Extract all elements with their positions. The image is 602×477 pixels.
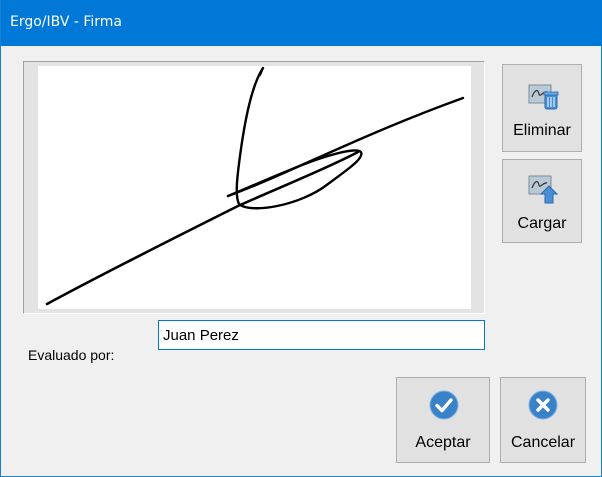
aceptar-label: Aceptar xyxy=(415,434,471,451)
signature-delete-icon xyxy=(527,79,559,116)
close-circle-icon xyxy=(528,390,558,425)
aceptar-button[interactable]: Aceptar xyxy=(396,377,490,463)
evaluado-input[interactable] xyxy=(158,320,485,350)
title-bar[interactable]: Ergo/IBV - Firma xyxy=(1,0,602,46)
window-title: Ergo/IBV - Firma xyxy=(10,14,123,30)
cargar-label: Cargar xyxy=(517,215,567,232)
evaluado-label: Evaluado por: xyxy=(28,347,115,363)
eliminar-label: Eliminar xyxy=(513,122,571,139)
signature-pad[interactable] xyxy=(38,66,471,309)
cargar-button[interactable]: Cargar xyxy=(502,159,582,243)
eliminar-button[interactable]: Eliminar xyxy=(502,64,582,152)
signature-image xyxy=(45,66,465,306)
cancelar-button[interactable]: Cancelar xyxy=(500,377,586,463)
check-circle-icon xyxy=(429,390,459,425)
firma-dialog: Ergo/IBV - Firma Eliminar Cargar Evaluad… xyxy=(0,0,602,477)
signature-upload-icon xyxy=(527,172,559,209)
cancelar-label: Cancelar xyxy=(510,434,576,451)
